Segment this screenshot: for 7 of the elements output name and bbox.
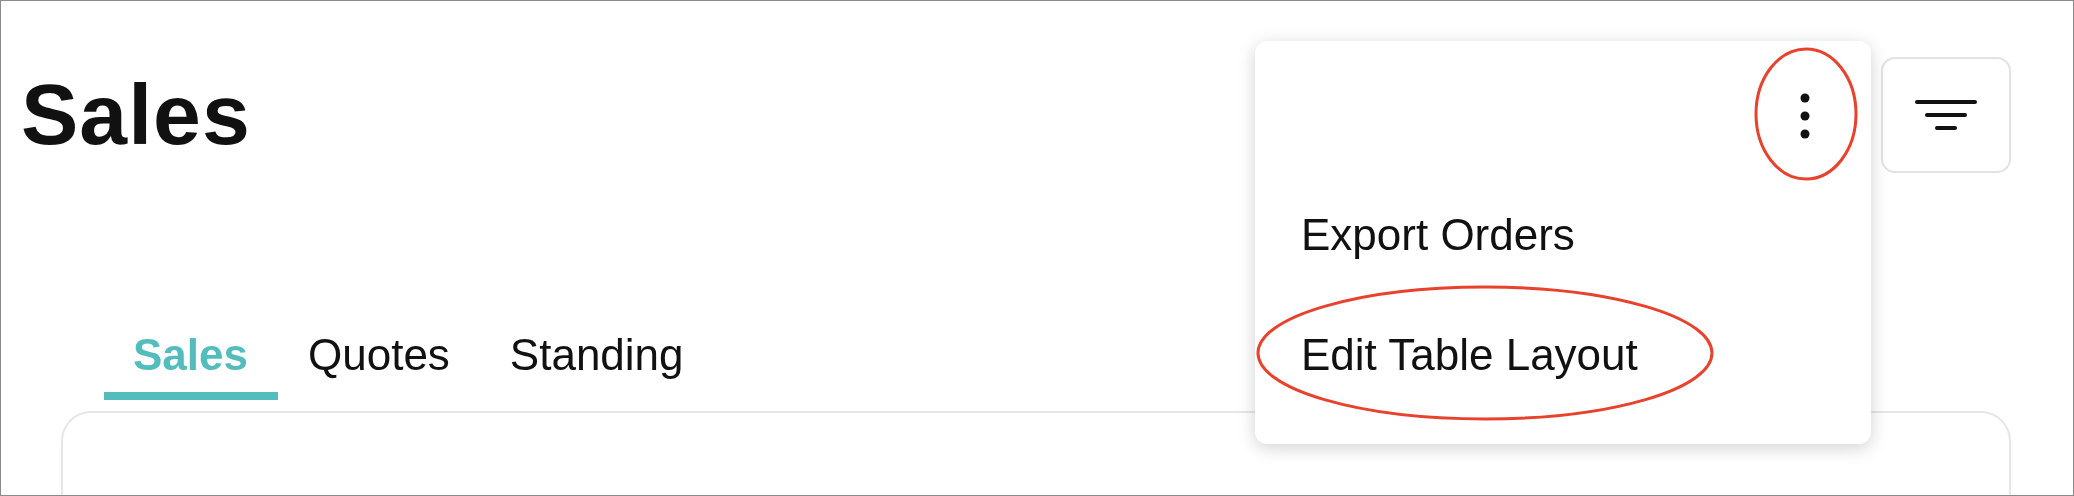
tab[interactable]: Standing (479, 329, 714, 400)
more-icon (1800, 93, 1810, 139)
page-title: Sales (21, 71, 251, 157)
filter-icon (1915, 99, 1977, 131)
menu-item[interactable]: Export Orders (1301, 209, 1575, 262)
tab[interactable]: Quotes (278, 329, 480, 400)
filter-button[interactable] (1881, 57, 2011, 173)
